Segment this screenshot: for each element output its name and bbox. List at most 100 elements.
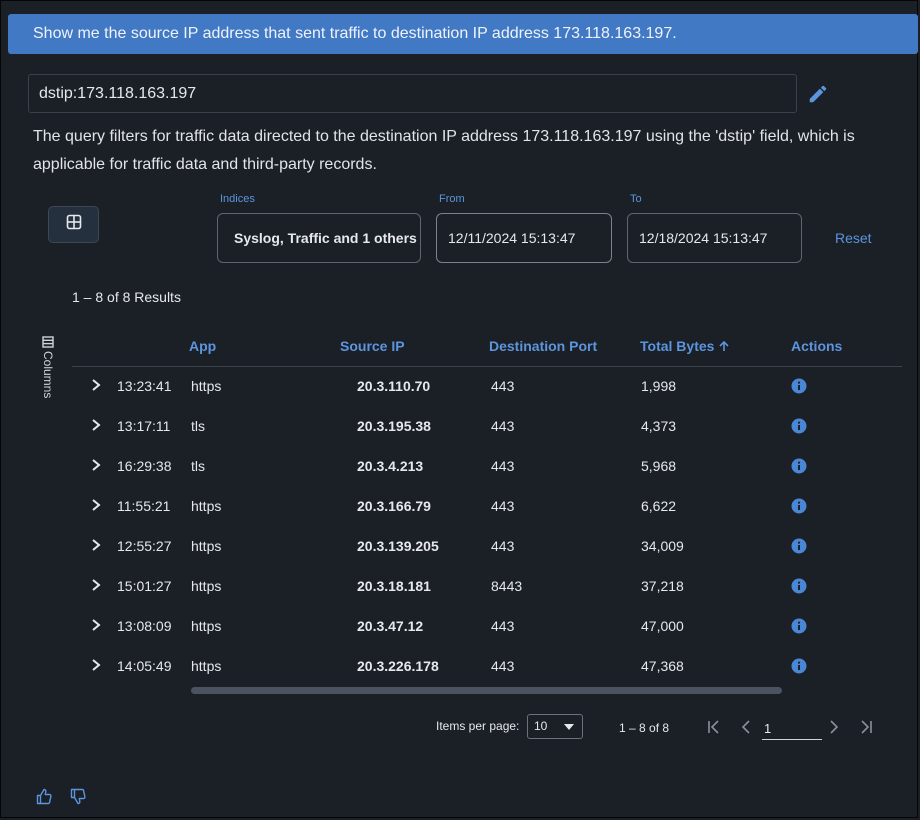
row-total-bytes: 37,218 — [641, 578, 684, 594]
row-destination-port: 443 — [491, 658, 515, 674]
from-date-value: 12/11/2024 15:13:47 — [448, 230, 576, 246]
thumbs-up-icon[interactable] — [36, 788, 52, 805]
table-row: 15:01:27 https 20.3.18.181 8443 37,218 — [72, 566, 902, 606]
row-time: 13:17:11 — [117, 418, 171, 434]
row-total-bytes: 6,622 — [641, 498, 677, 514]
query-explanation: The query filters for traffic data direc… — [33, 128, 855, 173]
row-app: https — [191, 578, 222, 594]
arrow-up-icon — [719, 340, 729, 351]
indices-label: Indices — [220, 193, 255, 205]
row-total-bytes: 1,998 — [641, 378, 677, 394]
row-total-bytes: 47,368 — [641, 658, 684, 674]
row-source-ip: 20.3.166.79 — [357, 498, 431, 514]
row-destination-port: 443 — [491, 378, 515, 394]
info-icon[interactable] — [791, 578, 807, 594]
from-label: From — [439, 193, 465, 205]
info-icon[interactable] — [791, 658, 807, 674]
chevron-right-icon[interactable] — [90, 658, 102, 672]
from-date-field[interactable]: 12/11/2024 15:13:47 — [436, 213, 612, 263]
chevron-right-icon[interactable] — [826, 719, 842, 735]
columns-label: Columns — [41, 351, 55, 399]
reset-button[interactable]: Reset — [835, 230, 872, 246]
info-icon[interactable] — [791, 498, 807, 514]
row-source-ip: 20.3.4.213 — [357, 458, 424, 474]
info-icon[interactable] — [791, 458, 807, 474]
horizontal-scrollbar[interactable] — [191, 687, 782, 694]
column-header-app[interactable]: App — [189, 338, 216, 354]
query-field[interactable]: dstip:173.118.163.197 — [28, 74, 797, 113]
info-icon[interactable] — [791, 538, 807, 554]
indices-select[interactable]: Syslog, Traffic and 1 others — [217, 213, 421, 263]
columns-toggle[interactable]: Columns — [37, 336, 59, 416]
query-text: dstip:173.118.163.197 — [39, 85, 197, 102]
row-total-bytes: 47,000 — [641, 618, 684, 634]
items-per-page-select[interactable]: 10 — [527, 714, 583, 739]
column-header-total-bytes[interactable]: Total Bytes — [640, 338, 730, 354]
table-row: 13:08:09 https 20.3.47.12 443 47,000 — [72, 606, 902, 646]
user-prompt-text: Show me the source IP address that sent … — [33, 25, 677, 42]
chevron-right-icon[interactable] — [90, 498, 102, 512]
table-row: 14:05:49 https 20.3.226.178 443 47,368 — [72, 646, 902, 686]
row-destination-port: 443 — [491, 498, 515, 514]
row-app: https — [191, 618, 222, 634]
row-time: 15:01:27 — [117, 578, 172, 594]
row-time: 13:08:09 — [117, 618, 172, 634]
row-app: https — [191, 378, 222, 394]
chevron-right-icon[interactable] — [90, 378, 102, 392]
row-total-bytes: 5,968 — [641, 458, 677, 474]
table-row: 13:23:41 https 20.3.110.70 443 1,998 — [72, 366, 902, 406]
last-page-icon[interactable] — [858, 719, 874, 735]
row-time: 14:05:49 — [117, 658, 172, 674]
row-time: 12:55:27 — [117, 538, 172, 554]
info-icon[interactable] — [791, 418, 807, 434]
page-number-input[interactable] — [762, 717, 822, 740]
chevron-right-icon[interactable] — [90, 458, 102, 472]
caret-down-icon — [564, 724, 574, 730]
pencil-icon[interactable] — [807, 83, 829, 105]
row-total-bytes: 34,009 — [641, 538, 684, 554]
row-destination-port: 443 — [491, 458, 515, 474]
row-destination-port: 443 — [491, 618, 515, 634]
row-app: https — [191, 658, 222, 674]
table-row: 13:17:11 tls 20.3.195.38 443 4,373 — [72, 406, 902, 446]
chevron-left-icon[interactable] — [738, 719, 754, 735]
table-grid-icon — [66, 214, 82, 235]
row-source-ip: 20.3.195.38 — [357, 418, 431, 434]
info-icon[interactable] — [791, 618, 807, 634]
thumbs-down-icon[interactable] — [70, 788, 86, 805]
row-destination-port: 443 — [491, 538, 515, 554]
row-source-ip: 20.3.139.205 — [357, 538, 439, 554]
row-total-bytes: 4,373 — [641, 418, 677, 434]
row-app: tls — [191, 418, 205, 434]
table-row: 11:55:21 https 20.3.166.79 443 6,622 — [72, 486, 902, 526]
row-app: https — [191, 538, 222, 554]
row-source-ip: 20.3.226.178 — [357, 658, 439, 674]
column-header-source-ip[interactable]: Source IP — [340, 338, 405, 354]
row-source-ip: 20.3.18.181 — [357, 578, 431, 594]
first-page-icon[interactable] — [706, 719, 722, 735]
total-bytes-header-label: Total Bytes — [640, 338, 715, 354]
column-header-destination-port[interactable]: Destination Port — [489, 338, 597, 354]
info-icon[interactable] — [791, 378, 807, 394]
to-date-field[interactable]: 12/18/2024 15:13:47 — [627, 213, 802, 263]
column-header-actions: Actions — [791, 338, 843, 354]
to-label: To — [630, 193, 642, 205]
table-header: App Source IP Destination Port Total Byt… — [72, 329, 902, 367]
row-time: 11:55:21 — [117, 498, 171, 514]
row-app: tls — [191, 458, 205, 474]
chevron-right-icon[interactable] — [90, 538, 102, 552]
row-source-ip: 20.3.47.12 — [357, 618, 424, 634]
row-destination-port: 8443 — [491, 578, 523, 594]
row-source-ip: 20.3.110.70 — [357, 378, 431, 394]
user-prompt-banner: Show me the source IP address that sent … — [8, 14, 918, 54]
row-destination-port: 443 — [491, 418, 515, 434]
items-per-page-value: 10 — [534, 719, 548, 733]
columns-icon — [41, 336, 55, 348]
indices-value: Syslog, Traffic and 1 others — [234, 230, 417, 246]
table-view-button[interactable] — [48, 206, 99, 243]
to-date-value: 12/18/2024 15:13:47 — [639, 230, 768, 246]
chevron-right-icon[interactable] — [90, 618, 102, 632]
chevron-right-icon[interactable] — [90, 418, 102, 432]
chevron-right-icon[interactable] — [90, 578, 102, 592]
table-row: 16:29:38 tls 20.3.4.213 443 5,968 — [72, 446, 902, 486]
